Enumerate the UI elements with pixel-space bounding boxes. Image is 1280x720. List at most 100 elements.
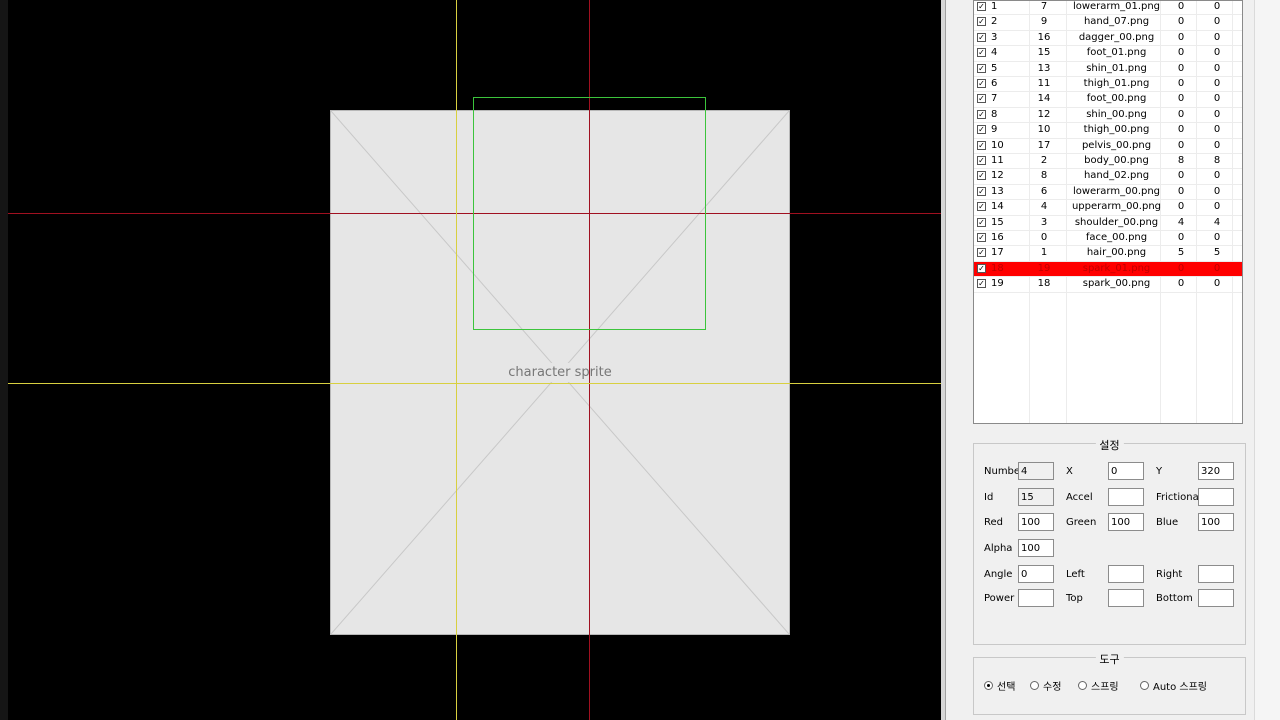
layer-row[interactable]: ✓ 10 17 pelvis_00.png 0 0 (974, 139, 1242, 154)
layer-number: 19 (991, 278, 1004, 290)
layer-visible-checkbox[interactable]: ✓ (977, 94, 986, 104)
layer-visible-checkbox[interactable]: ✓ (977, 2, 986, 11)
layer-visible-checkbox[interactable]: ✓ (977, 17, 986, 27)
layer-file: pelvis_00.png (1081, 139, 1152, 151)
layer-number: 4 (991, 47, 998, 59)
layer-row[interactable]: ✓ 16 0 face_00.png 0 0 (974, 231, 1242, 247)
blue-label: Blue (1156, 517, 1179, 528)
layer-row[interactable]: ✓ 15 3 shoulder_00.png 4 4 (974, 216, 1242, 231)
layer-visible-checkbox[interactable]: ✓ (977, 48, 986, 58)
top-field[interactable] (1108, 589, 1144, 607)
tool-option[interactable]: 선택 (984, 678, 1015, 693)
layer-row[interactable]: ✓ 2 9 hand_07.png 0 0 (974, 15, 1242, 31)
bottom-field[interactable] (1198, 589, 1234, 607)
layer-visible-checkbox[interactable]: ✓ (977, 125, 986, 135)
tools-group: 도구 선택 수정 스프링 Auto 스프링 (973, 651, 1246, 715)
layer-visible-checkbox[interactable]: ✓ (977, 186, 986, 196)
layer-row[interactable]: ✓ 5 13 shin_01.png 0 0 (974, 62, 1242, 77)
layer-list[interactable]: ✓ 1 7 lowerarm_01.png 0 0 ✓ 2 9 hand_07.png 0 0 ✓ 3 16… (973, 0, 1243, 424)
selection-bounding-box[interactable] (473, 97, 706, 330)
layer-row[interactable]: ✓ 11 2 body_00.png 8 8 (974, 154, 1242, 170)
layer-y: 0 (1213, 1, 1221, 12)
layer-visible-checkbox[interactable]: ✓ (977, 171, 986, 181)
right-field[interactable] (1198, 565, 1234, 583)
layer-visible-checkbox[interactable]: ✓ (977, 79, 986, 88)
power-field[interactable] (1018, 589, 1054, 607)
radio-button[interactable] (1030, 681, 1039, 690)
y-field[interactable] (1198, 462, 1234, 480)
center-guide-vertical[interactable] (456, 0, 457, 720)
layer-id: 10 (1037, 124, 1051, 136)
layer-visible-checkbox[interactable]: ✓ (977, 202, 986, 212)
layer-row[interactable]: ✓ 1 7 lowerarm_01.png 0 0 (974, 0, 1242, 16)
layer-file: hair_00.png (1086, 247, 1147, 259)
layer-row[interactable]: ✓ 8 12 shin_00.png 0 0 (974, 108, 1242, 124)
layer-x: 0 (1177, 170, 1185, 182)
x-field[interactable] (1108, 462, 1144, 480)
layer-x: 0 (1177, 93, 1185, 105)
panel-splitter[interactable] (941, 0, 946, 720)
layer-visible-checkbox[interactable]: ✓ (977, 248, 986, 258)
layer-row[interactable]: ✓ 6 11 thigh_01.png 0 0 (974, 77, 1242, 93)
id-field[interactable] (1018, 488, 1054, 506)
number-field[interactable] (1018, 462, 1054, 480)
tool-option[interactable]: 스프링 (1078, 678, 1119, 693)
layer-visible-checkbox[interactable]: ✓ (977, 233, 986, 242)
layer-number: 6 (991, 78, 998, 89)
layer-row[interactable]: ✓ 14 4 upperarm_00.png 0 0 (974, 200, 1242, 216)
layer-row[interactable]: ✓ 17 1 hair_00.png 5 5 (974, 246, 1242, 262)
layer-x: 0 (1177, 201, 1185, 213)
layer-number: 14 (991, 201, 1004, 213)
radio-button[interactable] (984, 681, 993, 690)
layer-x: 0 (1177, 16, 1185, 28)
layer-id: 11 (1037, 78, 1051, 89)
layer-number: 2 (991, 16, 998, 28)
panel-scroll-area (1254, 0, 1280, 720)
layer-row[interactable]: ✓ 4 15 foot_01.png 0 0 (974, 46, 1242, 62)
tool-option[interactable]: Auto 스프링 (1140, 678, 1207, 693)
layer-x: 0 (1177, 108, 1185, 120)
layer-row[interactable]: ✓ 19 18 spark_00.png 0 0 (974, 277, 1242, 293)
sprite-canvas[interactable]: character sprite (0, 0, 941, 720)
layer-visible-checkbox[interactable]: ✓ (977, 279, 986, 289)
layer-x: 4 (1177, 216, 1185, 228)
left-field[interactable] (1108, 565, 1144, 583)
tool-option-label: 수정 (1043, 682, 1062, 693)
canvas-edge (0, 0, 8, 720)
layer-visible-checkbox[interactable]: ✓ (977, 63, 986, 73)
blue-field[interactable] (1198, 513, 1234, 531)
alpha-field[interactable] (1018, 539, 1054, 557)
red-field[interactable] (1018, 513, 1054, 531)
layer-row[interactable]: ✓ 3 16 dagger_00.png 0 0 (974, 31, 1242, 47)
layer-visible-checkbox[interactable]: ✓ (977, 140, 986, 150)
layer-number: 11 (991, 155, 1004, 166)
green-field[interactable] (1108, 513, 1144, 531)
accel-field[interactable] (1108, 488, 1144, 506)
layer-file: shin_00.png (1086, 108, 1147, 120)
layer-row[interactable]: ✓ 12 8 hand_02.png 0 0 (974, 169, 1242, 185)
layer-row[interactable]: ✓ 9 10 thigh_00.png 0 0 (974, 123, 1242, 139)
layer-x: 0 (1177, 62, 1185, 74)
left-label: Left (1066, 569, 1085, 580)
layer-id: 19 (1037, 262, 1051, 274)
layer-row[interactable]: ✓ 7 14 foot_00.png 0 0 (974, 92, 1242, 108)
layer-visible-checkbox[interactable]: ✓ (977, 109, 986, 119)
layer-visible-checkbox[interactable]: ✓ (977, 217, 986, 227)
layer-visible-checkbox[interactable]: ✓ (977, 156, 986, 165)
layer-id: 18 (1037, 278, 1051, 290)
tool-option[interactable]: 수정 (1030, 678, 1061, 693)
layer-id: 16 (1037, 31, 1051, 43)
layer-y: 0 (1213, 278, 1221, 290)
layer-file: hand_02.png (1083, 170, 1150, 182)
layer-id: 3 (1040, 216, 1048, 228)
layer-visible-checkbox[interactable]: ✓ (977, 263, 986, 273)
radio-button[interactable] (1140, 681, 1149, 690)
layer-row[interactable]: ✓ 13 6 lowerarm_00.png 0 0 (974, 185, 1242, 201)
layer-x: 0 (1177, 78, 1185, 89)
layer-visible-checkbox[interactable]: ✓ (977, 32, 986, 42)
radio-button[interactable] (1078, 681, 1087, 690)
center-guide-horizontal[interactable] (8, 383, 941, 384)
frictional-field[interactable] (1198, 488, 1234, 506)
angle-field[interactable] (1018, 565, 1054, 583)
layer-row[interactable]: ✓ 18 19 spark_01.png 0 0 (974, 261, 1242, 278)
